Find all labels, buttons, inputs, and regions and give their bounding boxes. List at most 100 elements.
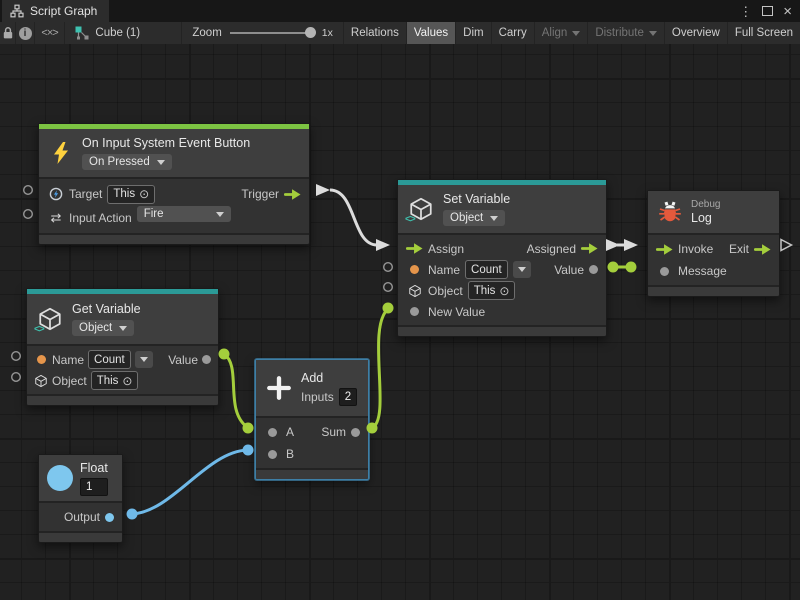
assigned-output-port[interactable] [581,243,598,254]
object-picker-icon[interactable]: ⊙ [499,285,509,297]
bug-icon [658,200,682,224]
port-label-value: Value [554,263,584,277]
tab-title: Script Graph [30,4,97,18]
port-label-value: Value [168,353,198,367]
a-input-port[interactable] [268,428,277,437]
tab-script-graph[interactable]: Script Graph [2,0,109,22]
port-label-message: Message [678,264,727,278]
lock-icon [2,26,14,40]
object-cube-icon [34,374,48,388]
port-label-exit: Exit [729,242,749,256]
align-dropdown-button[interactable]: Align [535,22,589,44]
object-picker-icon[interactable]: ⊙ [122,375,132,387]
variable-name-chip[interactable]: Count [465,260,508,279]
port-label-output: Output [64,510,100,524]
node-float-literal[interactable]: Float 1 Output [38,454,123,543]
variable-name-dropdown[interactable] [135,351,153,368]
relations-button[interactable]: Relations [344,22,407,44]
code-view-button[interactable]: <×> [35,22,66,44]
maximize-icon[interactable] [762,6,773,16]
close-icon[interactable]: × [783,4,792,19]
chevron-down-icon [119,326,127,331]
node-title: Set Variable [443,192,510,206]
value-output-port[interactable] [589,265,598,274]
node-add[interactable]: Add Inputs 2 A Sum B [255,359,369,480]
name-input-port[interactable] [410,265,419,274]
variable-cube-icon: <> [408,196,434,222]
zoom-control: Zoom 1x [182,22,344,44]
output-port[interactable] [105,513,114,522]
invoke-input-port[interactable] [656,244,673,255]
port-label-assign: Assign [428,242,464,256]
node-on-input-system-event-button[interactable]: On Input System Event Button On Pressed … [38,123,310,245]
trigger-output-port[interactable] [284,189,301,200]
sum-output-port[interactable] [351,428,360,437]
distribute-dropdown-button[interactable]: Distribute [588,22,665,44]
inputs-count-field[interactable]: 2 [339,388,357,406]
node-footer [256,468,368,479]
window-titlebar: Script Graph ⋮ × [0,0,800,22]
variable-kind-dropdown[interactable]: Object [72,320,134,336]
lock-button[interactable] [0,22,16,44]
script-graph-icon [75,26,89,40]
window-controls: ⋮ × [739,0,800,22]
node-title: Log [691,211,720,225]
port-label-b: B [286,447,294,461]
window-menu-icon[interactable]: ⋮ [739,5,752,18]
b-input-port[interactable] [268,450,277,459]
port-label-new-value: New Value [428,305,485,319]
node-debug-log[interactable]: Debug Log Invoke Exit Message [647,190,780,297]
zoom-slider-handle[interactable] [305,27,316,38]
port-label-object: Object [428,284,463,298]
dim-button[interactable]: Dim [456,22,491,44]
event-mode-dropdown[interactable]: On Pressed [82,154,172,170]
input-action-icon: ⇄ [47,210,64,226]
node-footer [648,285,779,296]
chevron-down-icon [157,160,165,165]
assign-input-port[interactable] [406,243,423,254]
float-value-field[interactable]: 1 [80,478,108,496]
target-object-chip[interactable]: This ⊙ [107,185,155,204]
object-cube-icon [408,284,422,298]
name-input-port[interactable] [37,355,46,364]
float-icon [47,465,73,491]
chevron-down-icon [649,31,657,36]
exit-output-port[interactable] [754,244,771,255]
zoom-slider-track[interactable] [230,32,314,34]
port-label-name: Name [52,353,84,367]
object-chip[interactable]: This ⊙ [91,371,139,390]
lightning-icon [49,141,73,165]
port-label-object: Object [52,374,87,388]
port-label-a: A [286,425,294,439]
event-target-icon [49,187,63,201]
port-label-target: Target [69,187,102,201]
graph-tab-icon [10,4,24,18]
variable-cube-icon: <> [37,306,63,332]
chevron-down-icon [216,212,224,217]
values-button[interactable]: Values [407,22,456,44]
variable-name-dropdown[interactable] [513,261,531,278]
zoom-slider[interactable] [230,27,314,39]
node-get-variable[interactable]: <> Get Variable Object Name Count Value … [26,288,219,406]
info-button[interactable]: i [16,22,34,44]
node-title: Get Variable [72,302,141,316]
new-value-input-port[interactable] [410,307,419,316]
object-chip[interactable]: This ⊙ [468,281,516,300]
node-title: On Input System Event Button [82,136,250,150]
full-screen-button[interactable]: Full Screen [728,22,800,44]
carry-button[interactable]: Carry [492,22,535,44]
graph-context-breadcrumb[interactable]: Cube (1) [65,22,182,44]
value-output-port[interactable] [202,355,211,364]
node-footer [39,233,309,244]
overview-button[interactable]: Overview [665,22,728,44]
object-picker-icon[interactable]: ⊙ [139,188,149,200]
input-action-dropdown[interactable]: Fire [137,206,231,222]
variable-kind-dropdown[interactable]: Object [443,210,505,226]
message-input-port[interactable] [660,267,669,276]
graph-toolbar: i <×> Cube (1) Zoom 1x Relations Values … [0,22,800,45]
variable-name-chip[interactable]: Count [88,350,131,369]
port-label-input-action: Input Action [69,211,132,225]
port-label-invoke: Invoke [678,242,713,256]
node-set-variable[interactable]: <> Set Variable Object Assign Assigned N… [397,179,607,337]
node-title: Add [301,371,357,385]
